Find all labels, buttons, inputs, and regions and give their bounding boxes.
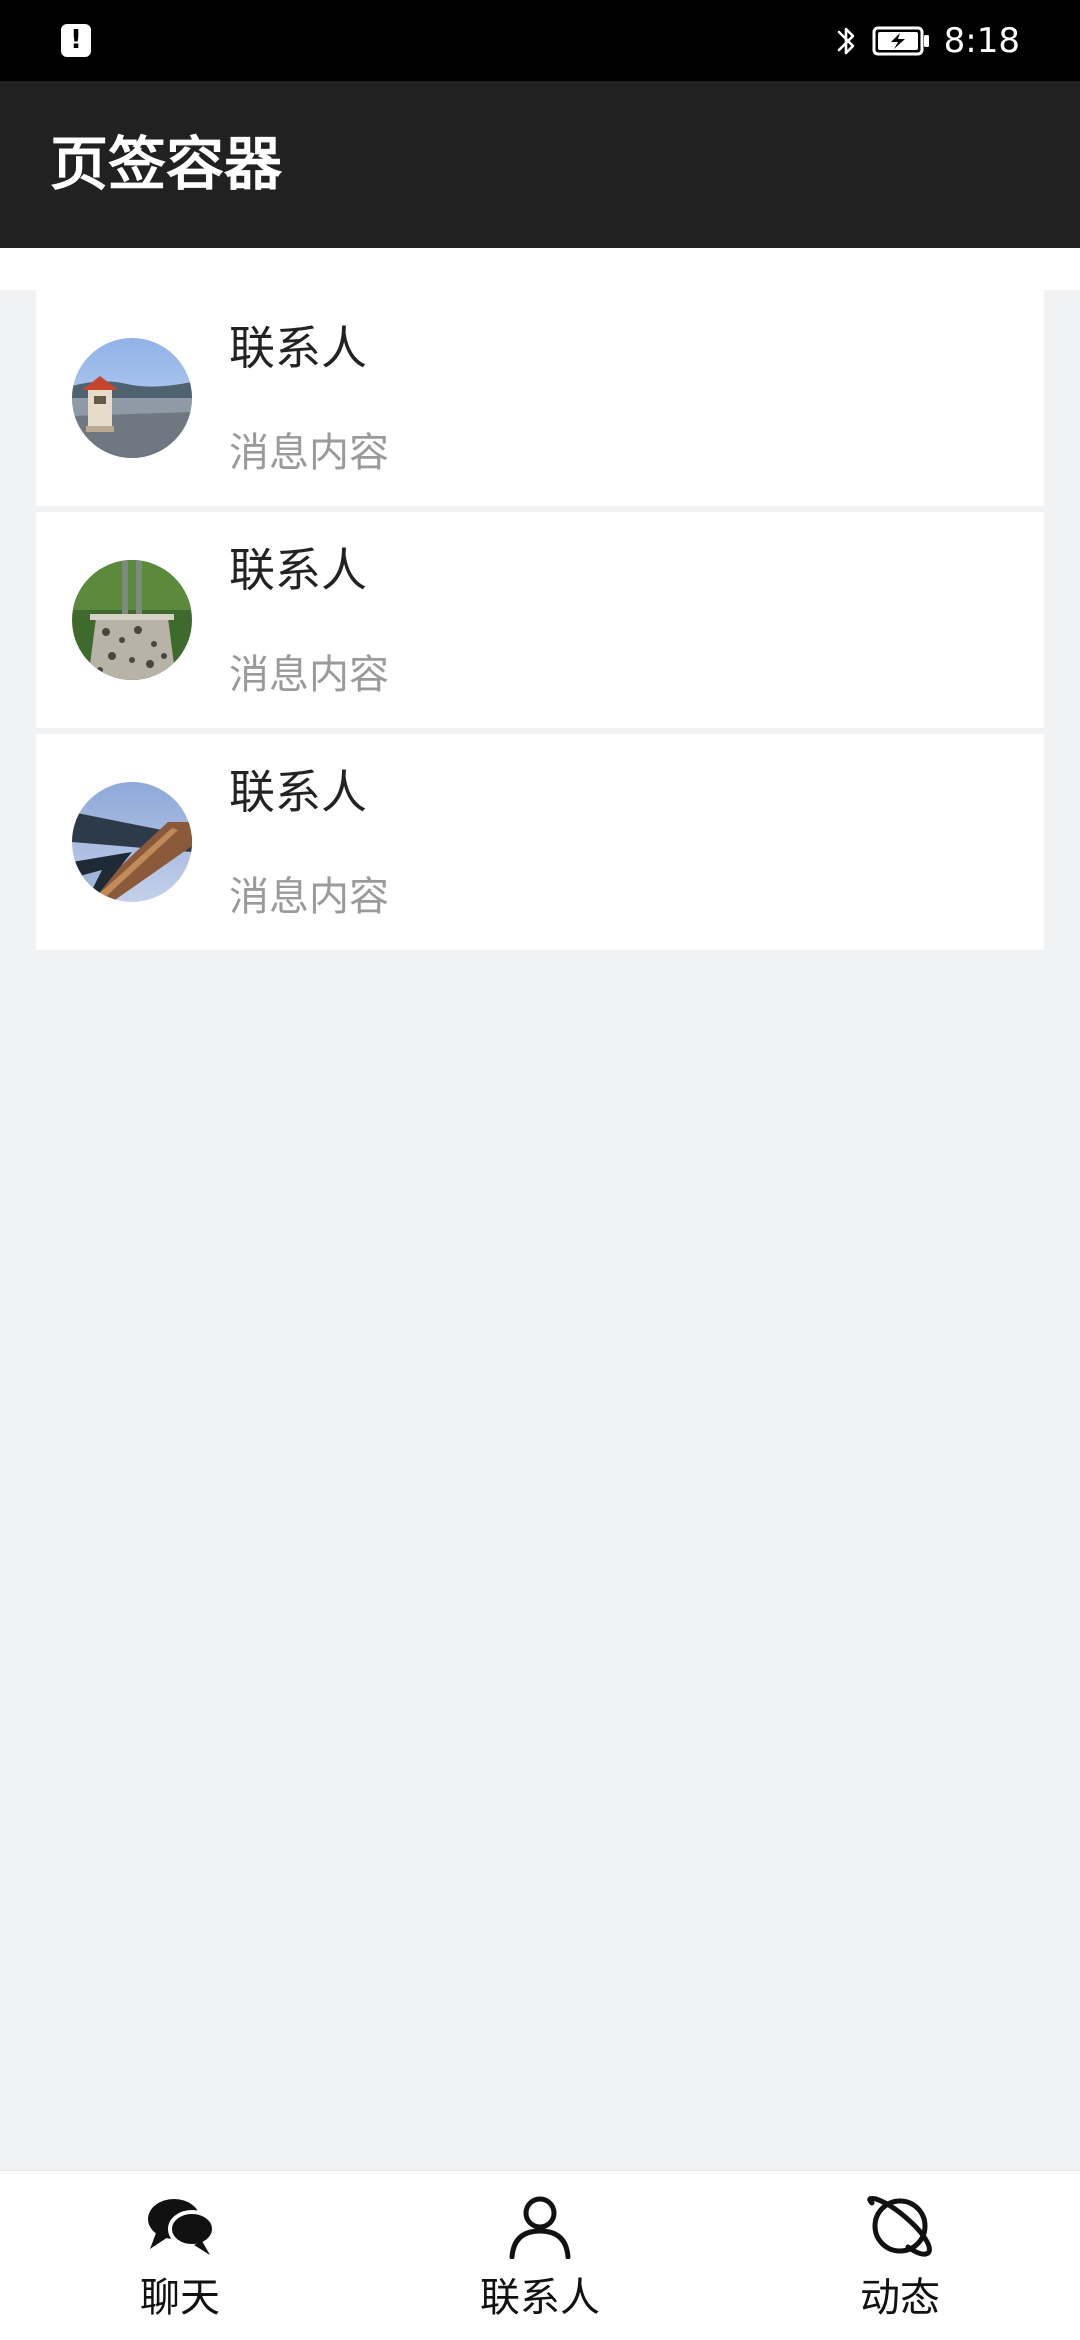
message-preview: 消息内容 bbox=[229, 430, 389, 476]
list-item[interactable]: 联系人 消息内容 bbox=[36, 512, 1044, 728]
contact-name: 联系人 bbox=[229, 543, 367, 597]
tab-moments-label: 动态 bbox=[860, 2275, 940, 2321]
tab-chat[interactable]: 聊天 bbox=[0, 2171, 360, 2340]
pavilion-lake-avatar bbox=[72, 338, 192, 458]
tab-moments[interactable]: 动态 bbox=[720, 2171, 1080, 2340]
person-icon bbox=[509, 2196, 571, 2259]
contact-name: 联系人 bbox=[229, 321, 367, 375]
page-title: 页签容器 bbox=[50, 130, 283, 198]
status-right-group: 8:18 bbox=[834, 18, 1020, 64]
list-item[interactable]: 联系人 消息内容 bbox=[36, 290, 1044, 506]
chat-bubbles-icon bbox=[148, 2199, 216, 2255]
tab-contacts[interactable]: 联系人 bbox=[360, 2171, 720, 2340]
app-bar: 页签容器 bbox=[0, 81, 1080, 248]
contact-name: 联系人 bbox=[229, 765, 367, 819]
list-item[interactable]: 联系人 消息内容 bbox=[36, 734, 1044, 950]
message-preview: 消息内容 bbox=[229, 652, 389, 698]
planet-icon bbox=[867, 2196, 932, 2257]
tab-contacts-label: 联系人 bbox=[480, 2275, 600, 2321]
alert-icon: ! bbox=[61, 24, 91, 57]
message-preview: 消息内容 bbox=[229, 874, 389, 920]
status-bar: ! 8:18 bbox=[0, 0, 1080, 81]
battery-charging-icon bbox=[872, 26, 929, 56]
bridge-water-avatar bbox=[72, 782, 192, 902]
bottom-nav: 聊天 联系人 动态 bbox=[0, 2170, 1080, 2340]
status-time: 8:18 bbox=[943, 21, 1020, 61]
stone-vase-avatar bbox=[72, 560, 192, 680]
bluetooth-icon bbox=[837, 27, 854, 55]
tab-chat-label: 聊天 bbox=[140, 2275, 220, 2321]
tab-strip bbox=[0, 248, 1080, 290]
contact-list: 联系人 消息内容 联系人 消息内容 联系人 消息内容 bbox=[36, 290, 1044, 956]
